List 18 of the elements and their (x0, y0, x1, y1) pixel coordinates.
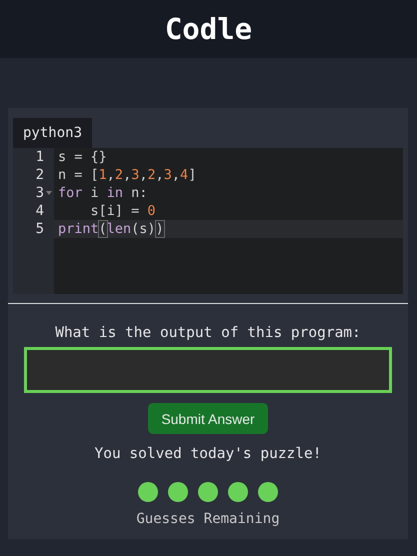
app-title: Codle (164, 12, 252, 46)
question-label: What is the output of this program: (55, 325, 361, 341)
submit-button[interactable]: Submit Answer (148, 403, 268, 434)
code-line: s[i] = 0 (90, 202, 157, 220)
code-line: s = {} (57, 148, 108, 166)
guesses-label: Guesses Remaining (136, 511, 280, 527)
status-message: You solved today's puzzle! (94, 446, 322, 462)
line-number: 2 (36, 167, 44, 183)
answer-field[interactable] (24, 347, 392, 393)
line-number: 5 (36, 221, 44, 237)
language-tab[interactable]: python3 (13, 118, 92, 148)
line-number: 3 (36, 185, 44, 201)
code-line: n = [1,2,3,2,3,4] (57, 166, 198, 184)
line-number: 4 (36, 203, 44, 219)
fold-arrow-icon[interactable] (46, 191, 52, 195)
code-line: for i in n: (57, 184, 148, 202)
line-number: 1 (36, 149, 44, 165)
code-editor[interactable]: 1 2 3 4 5 s = {} n = [1,2,3,2,3,4] for i in n: s[i] = 0 print(len(s)) (13, 148, 403, 294)
